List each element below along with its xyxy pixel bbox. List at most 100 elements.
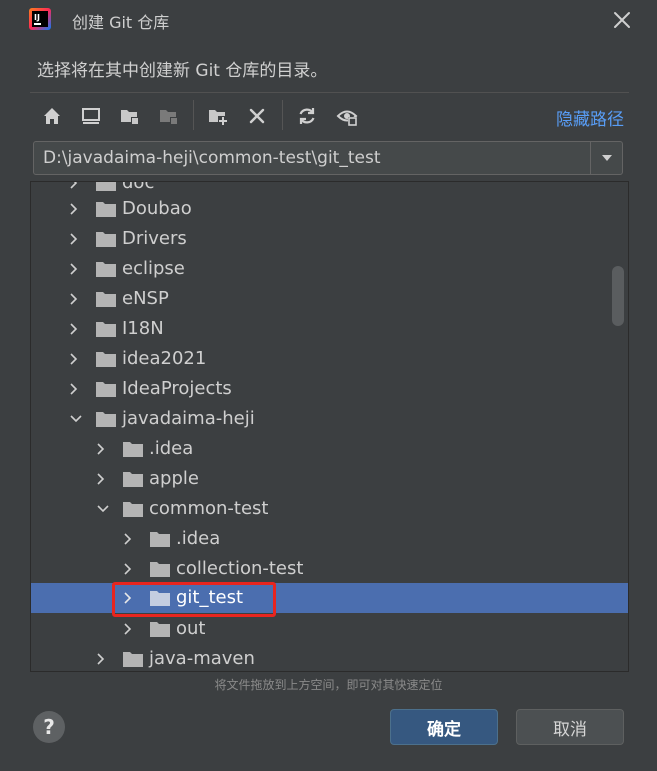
tree-item-label: idea2021: [122, 348, 207, 369]
hide-path-link[interactable]: 隐藏路径: [556, 105, 624, 130]
refresh-button[interactable]: [294, 103, 320, 129]
drag-drop-hint: 将文件拖放到上方空间，即可对其快速定位: [214, 678, 443, 692]
chevron-right-icon[interactable]: [120, 554, 136, 584]
folder-icon: [96, 412, 116, 427]
chevron-down-icon[interactable]: [95, 494, 111, 524]
dialog-description: 选择将在其中创建新 Git 仓库的目录。: [37, 61, 328, 81]
svg-text:IJ: IJ: [34, 13, 40, 22]
dialog-title: 创建 Git 仓库: [72, 13, 170, 32]
tree-row[interactable]: eclipse: [31, 254, 628, 284]
new-folder-button[interactable]: [205, 103, 231, 129]
home-icon: [44, 108, 60, 124]
chevron-right-icon[interactable]: [66, 314, 82, 344]
path-input[interactable]: [34, 142, 590, 174]
chevron-right-icon[interactable]: [93, 644, 109, 671]
tree-row[interactable]: collection-test: [31, 554, 628, 584]
folder-icon: [96, 232, 116, 247]
folder-icon: [96, 262, 116, 277]
ok-button[interactable]: 确定: [390, 709, 498, 745]
delete-button[interactable]: [244, 103, 270, 129]
tree-row[interactable]: out: [31, 614, 628, 644]
toolbar-separator: [193, 100, 194, 130]
tree-row[interactable]: .idea: [31, 524, 628, 554]
show-hidden-button[interactable]: [334, 103, 360, 129]
tree-row[interactable]: IdeaProjects: [31, 374, 628, 404]
tree-item-label: collection-test: [176, 558, 304, 579]
folder-icon: [96, 352, 116, 367]
tree-item-label: .idea: [149, 438, 194, 459]
path-combobox[interactable]: [33, 141, 623, 175]
close-icon: [614, 12, 630, 28]
tree-item-label: Drivers: [122, 228, 187, 249]
tree-row[interactable]: I18N: [31, 314, 628, 344]
folder-icon: [96, 382, 116, 397]
chevron-right-icon[interactable]: [66, 194, 82, 224]
tree-row[interactable]: idea2021: [31, 344, 628, 374]
chevron-right-icon[interactable]: [120, 614, 136, 644]
show-hidden-icon: [336, 110, 358, 126]
chevron-right-icon[interactable]: [66, 254, 82, 284]
tree-item-label: .idea: [176, 528, 221, 549]
tree-item-label: git_test: [176, 587, 244, 608]
tree-item-label: javadaima-heji: [122, 408, 255, 429]
tree-row[interactable]: common-test: [31, 494, 628, 524]
project-folder-button[interactable]: [117, 103, 143, 129]
folder-icon: [96, 292, 116, 307]
chevron-down-icon[interactable]: [68, 404, 84, 434]
tree-row[interactable]: java-maven: [31, 644, 628, 671]
close-button[interactable]: [608, 6, 636, 34]
refresh-icon: [299, 108, 315, 124]
directory-tree[interactable]: doc Doubao Drivers eclipse eNSP I18N ide…: [30, 181, 629, 672]
tree-scrollbar-thumb[interactable]: [612, 266, 624, 326]
intellij-logo-icon: IJ: [28, 7, 52, 31]
path-dropdown-button[interactable]: [590, 142, 623, 174]
chevron-down-icon: [602, 155, 612, 161]
tree-row[interactable]: apple: [31, 464, 628, 494]
delete-icon: [249, 108, 265, 124]
chevron-right-icon[interactable]: [120, 583, 136, 613]
tree-row[interactable]: eNSP: [31, 284, 628, 314]
help-button[interactable]: ?: [33, 711, 65, 743]
folder-icon: [123, 652, 143, 667]
tree-item-label: common-test: [149, 498, 269, 519]
folder-icon: [123, 442, 143, 457]
project-folder-icon: [121, 110, 139, 125]
module-folder-icon: [160, 110, 178, 125]
tree-item-label: eNSP: [122, 288, 169, 309]
tree-row[interactable]: javadaima-heji: [31, 404, 628, 434]
tree-item-label: eclipse: [122, 258, 185, 279]
chevron-right-icon[interactable]: [93, 434, 109, 464]
module-folder-button[interactable]: [156, 103, 182, 129]
tree-row[interactable]: Drivers: [31, 224, 628, 254]
chevron-right-icon[interactable]: [66, 224, 82, 254]
chevron-right-icon[interactable]: [66, 344, 82, 374]
divider: [30, 92, 629, 93]
folder-icon: [123, 472, 143, 487]
toolbar-separator: [282, 100, 283, 130]
folder-icon: [150, 532, 170, 547]
desktop-icon: [82, 108, 100, 124]
tree-item-label: apple: [149, 468, 199, 489]
folder-icon: [123, 502, 143, 517]
cancel-button[interactable]: 取消: [516, 709, 624, 745]
tree-row[interactable]: .idea: [31, 434, 628, 464]
chevron-right-icon[interactable]: [66, 284, 82, 314]
home-button[interactable]: [39, 103, 65, 129]
chevron-right-icon[interactable]: [66, 374, 82, 404]
tree-item-label: java-maven: [149, 648, 255, 669]
folder-icon: [150, 591, 170, 606]
tree-item-label: out: [176, 618, 206, 639]
tree-item-label: IdeaProjects: [122, 378, 232, 399]
tree-item-label: I18N: [122, 318, 164, 339]
new-folder-icon: [209, 110, 228, 126]
chevron-right-icon[interactable]: [120, 524, 136, 554]
tree-item-label: Doubao: [122, 198, 192, 219]
tree-item-label: doc: [122, 181, 155, 193]
tree-row[interactable]: Doubao: [31, 194, 628, 224]
chevron-right-icon[interactable]: [93, 464, 109, 494]
folder-icon: [96, 182, 116, 191]
desktop-button[interactable]: [78, 103, 104, 129]
folder-icon: [150, 562, 170, 577]
tree-row-selected[interactable]: git_test: [31, 583, 628, 613]
folder-icon: [96, 322, 116, 337]
